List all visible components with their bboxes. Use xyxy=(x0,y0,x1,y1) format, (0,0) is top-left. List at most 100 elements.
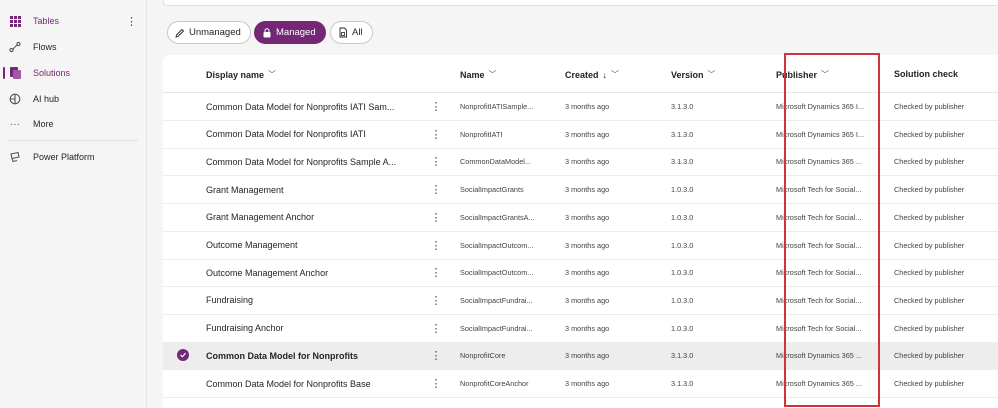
column-header-publisher[interactable]: Publisher ﹀ xyxy=(776,69,829,80)
cell-created: 3 months ago xyxy=(565,157,610,167)
table-row[interactable]: Common Data Model for Nonprofits Base ⋮ No… xyxy=(163,370,998,398)
column-header-display-name[interactable]: Display name ﹀ xyxy=(206,69,276,80)
cell-solution-check: Checked by publisher xyxy=(894,351,965,361)
cell-display-name[interactable]: Common Data Model for Nonprofits xyxy=(206,342,426,369)
nav-label-ai-hub: AI hub xyxy=(33,94,60,104)
filter-all-button[interactable]: All xyxy=(330,21,373,44)
filter-all-label: All xyxy=(352,27,363,38)
cell-created: 3 months ago xyxy=(565,129,610,139)
nav-item-power-platform[interactable]: Power Platform xyxy=(0,145,147,169)
nav-item-solutions[interactable]: Solutions xyxy=(0,61,147,85)
cell-display-name[interactable]: Common Data Model for Nonprofits IATI Sa… xyxy=(206,93,426,120)
cell-name: SocialImpactOutcom... xyxy=(460,240,534,250)
row-more-options-icon[interactable]: ⋮ xyxy=(429,315,443,342)
cell-display-name[interactable]: Grant Management Anchor xyxy=(206,204,426,231)
table-row[interactable]: Fundraising ⋮ SocialImpactFundrai... 3 mont… xyxy=(163,287,998,315)
cell-version: 3.1.3.0 xyxy=(671,129,694,139)
column-label-name: Name xyxy=(460,69,485,80)
table-row[interactable]: Common Data Model for Nonprofits IATI ⋮ No… xyxy=(163,121,998,149)
cell-created: 3 months ago xyxy=(565,212,610,222)
cell-solution-check: Checked by publisher xyxy=(894,157,965,167)
cell-display-name[interactable]: Outcome Management xyxy=(206,232,426,259)
nav-label-more: More xyxy=(33,119,54,129)
nav-item-tables[interactable]: Tables ⋮ xyxy=(0,9,147,33)
cell-publisher: Microsoft Tech for Social... xyxy=(776,295,862,305)
cell-name: SocialImpactGrantsA... xyxy=(460,212,535,222)
cell-display-name[interactable]: Outcome Management Anchor xyxy=(206,259,426,286)
row-more-options-icon[interactable]: ⋮ xyxy=(429,204,443,231)
cell-version: 3.1.3.0 xyxy=(671,157,694,167)
cell-version: 3.1.3.0 xyxy=(671,379,694,388)
cell-solution-check: Checked by publisher xyxy=(894,268,965,278)
row-more-options-icon[interactable]: ⋮ xyxy=(429,176,443,203)
cell-name: CommonDataModel... xyxy=(460,157,531,167)
table-row[interactable]: Outcome Management Anchor ⋮ SocialImpactOu… xyxy=(163,259,998,288)
cell-display-name[interactable]: Common Data Model for Nonprofits Sample … xyxy=(206,148,426,175)
column-header-solution-check[interactable]: Solution check xyxy=(894,69,958,79)
cell-solution-check: Checked by publisher xyxy=(894,185,965,195)
nav-item-ai-hub[interactable]: AI hub xyxy=(0,87,147,111)
nav-item-flows[interactable]: Flows xyxy=(0,35,147,59)
column-label-solution-check: Solution check xyxy=(894,69,959,79)
row-more-options-icon[interactable]: ⋮ xyxy=(429,287,443,314)
cell-name: NonprofitIATISample... xyxy=(460,102,534,111)
cell-solution-check: Checked by publisher xyxy=(894,295,965,305)
cell-display-name[interactable]: Fundraising xyxy=(206,287,426,314)
table-row[interactable]: Grant Management ⋮ SocialImpactGrants 3 mon… xyxy=(163,176,998,205)
power-platform-icon xyxy=(9,151,21,163)
cell-name: SocialImpactOutcom... xyxy=(460,268,534,278)
cell-publisher: Microsoft Dynamics 365 ... xyxy=(776,157,862,167)
nav-divider xyxy=(8,140,138,141)
filter-unmanaged-label: Unmanaged xyxy=(189,27,241,38)
row-more-options-icon[interactable]: ⋮ xyxy=(429,259,443,286)
more-options-icon[interactable]: ⋮ xyxy=(126,15,137,28)
table-row[interactable]: Fundraising Anchor ⋮ SocialImpactFundrai..… xyxy=(163,315,998,343)
cell-publisher: Microsoft Dynamics 365 ... xyxy=(776,379,862,388)
row-more-options-icon[interactable]: ⋮ xyxy=(429,370,443,397)
cell-version: 3.1.3.0 xyxy=(671,351,694,361)
cell-solution-check: Checked by publisher xyxy=(894,212,965,222)
cell-version: 1.0.3.0 xyxy=(671,295,694,305)
table-row[interactable]: Common Data Model for Nonprofits IATI Sa… xyxy=(163,93,998,121)
table-row[interactable]: Outcome Management ⋮ SocialImpactOutcom...… xyxy=(163,232,998,260)
nav-item-more[interactable]: ··· More xyxy=(0,112,147,136)
main-content: Unmanaged Managed All Display name ﹀ Name… xyxy=(147,0,998,408)
cell-solution-check: Checked by publisher xyxy=(894,129,965,139)
table-row[interactable]: Common Data Model for Nonprofits ⋮ Nonprof… xyxy=(163,342,998,371)
column-header-name[interactable]: Name ﹀ xyxy=(460,69,497,80)
table-row[interactable]: Grant Management Anchor ⋮ SocialImpactGran… xyxy=(163,204,998,232)
filter-unmanaged-button[interactable]: Unmanaged xyxy=(167,21,251,44)
sort-descending-icon: ↓ xyxy=(602,69,608,80)
cell-display-name[interactable]: Grant Management xyxy=(206,176,426,203)
lock-icon xyxy=(263,27,271,37)
column-label-display-name: Display name xyxy=(206,69,265,80)
row-more-options-icon[interactable]: ⋮ xyxy=(429,121,443,148)
column-header-version[interactable]: Version ﹀ xyxy=(671,69,716,80)
cell-created: 3 months ago xyxy=(565,323,610,333)
cell-created: 3 months ago xyxy=(565,351,610,361)
cell-publisher: Microsoft Dynamics 365 I... xyxy=(776,129,864,139)
row-more-options-icon[interactable]: ⋮ xyxy=(429,232,443,259)
row-more-options-icon[interactable]: ⋮ xyxy=(429,342,443,369)
cell-publisher: Microsoft Dynamics 365 ... xyxy=(776,351,862,361)
cell-version: 3.1.3.0 xyxy=(671,102,694,111)
cell-display-name[interactable]: Common Data Model for Nonprofits IATI xyxy=(206,121,426,148)
solutions-grid: Display name ﹀ Name ﹀ Created ↓ ﹀ Version ﹀ P… xyxy=(163,55,998,408)
cell-display-name[interactable]: Fundraising Anchor xyxy=(206,315,426,342)
cell-created: 3 months ago xyxy=(565,240,610,250)
cell-name: SocialImpactGrants xyxy=(460,185,524,195)
cell-created: 3 months ago xyxy=(565,379,610,388)
nav-label-power-platform: Power Platform xyxy=(33,152,95,162)
cell-display-name[interactable]: Common Data Model for Nonprofits Base xyxy=(206,370,426,397)
selected-check-icon[interactable] xyxy=(177,349,189,362)
cell-publisher: Microsoft Tech for Social... xyxy=(776,240,862,250)
row-more-options-icon[interactable]: ⋮ xyxy=(429,93,443,120)
chevron-down-icon: ﹀ xyxy=(821,70,830,79)
column-header-created[interactable]: Created ↓ ﹀ xyxy=(565,69,619,80)
row-more-options-icon[interactable]: ⋮ xyxy=(429,148,443,175)
pencil-icon xyxy=(175,28,185,38)
cell-version: 1.0.3.0 xyxy=(671,185,694,195)
table-row[interactable]: Common Data Model for Nonprofits Sample … xyxy=(163,148,998,177)
filter-managed-button[interactable]: Managed xyxy=(254,21,326,44)
cell-created: 3 months ago xyxy=(565,102,610,111)
